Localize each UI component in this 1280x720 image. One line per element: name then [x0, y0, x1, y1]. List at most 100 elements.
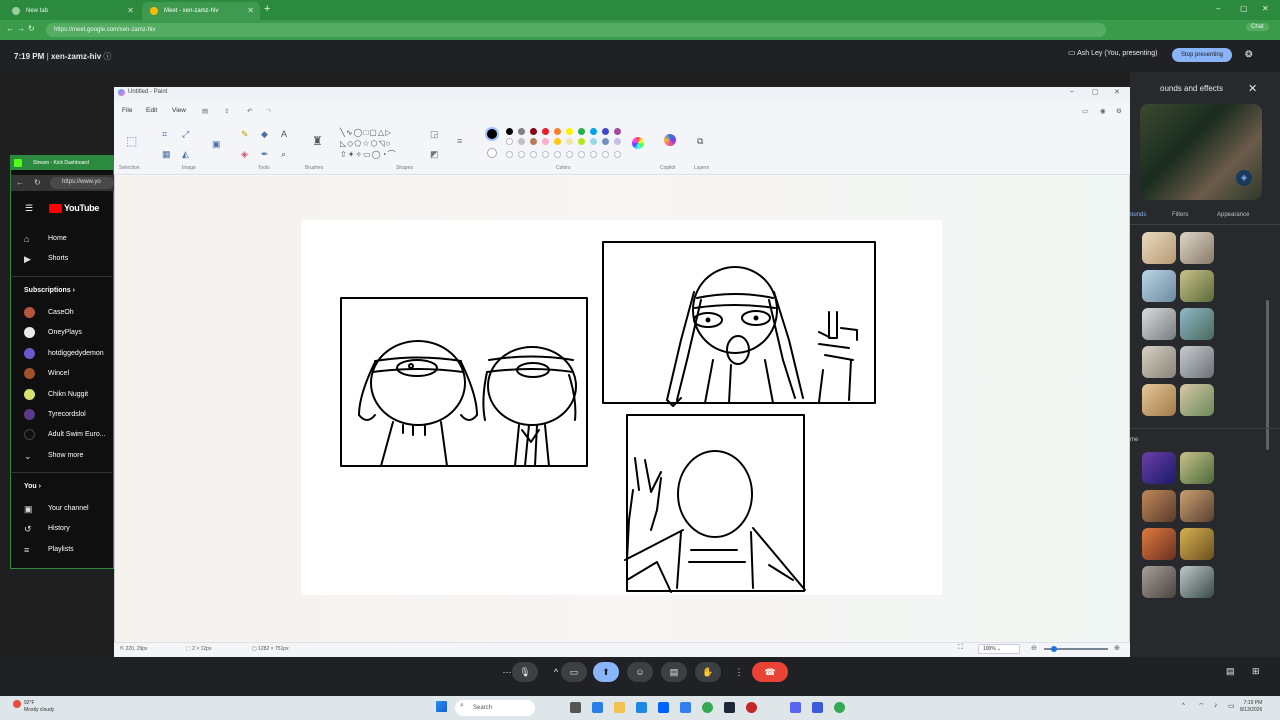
primary-color-swatch[interactable] [485, 127, 499, 141]
eraser-icon[interactable]: ◈ [241, 149, 248, 160]
undo-icon[interactable]: ↶ [247, 107, 252, 115]
menu-edit[interactable]: Edit [146, 107, 157, 114]
color-swatch[interactable] [554, 138, 561, 145]
leave-call-icon[interactable]: ☎ [752, 662, 788, 682]
color-swatch[interactable] [590, 128, 597, 135]
background-thumbnail[interactable] [1180, 490, 1214, 522]
subscription-item[interactable]: OneyPlays [24, 326, 82, 340]
battery-icon[interactable]: ▭ [1228, 702, 1235, 710]
chat-button[interactable]: Chat [1246, 23, 1269, 31]
custom-color-slot[interactable] [506, 151, 513, 158]
background-thumbnail[interactable] [1142, 566, 1176, 598]
steam-icon[interactable] [724, 702, 735, 713]
sidebar-item-your-channel[interactable]: ▣ Your channel [24, 502, 89, 516]
background-thumbnail[interactable] [1180, 452, 1214, 484]
stop-presenting-button[interactable]: Stop presenting [1172, 48, 1232, 62]
background-thumbnail[interactable] [1142, 452, 1176, 484]
new-tab-plus-icon[interactable]: + [264, 3, 270, 15]
close-tab-icon[interactable]: ✕ [127, 2, 134, 20]
url-field[interactable]: https://meet.google.com/xen-zamz-hiv [46, 23, 1106, 37]
taskbar-clock[interactable]: 7:19 PM 8/13/2026 [1240, 700, 1262, 714]
layers-icon[interactable]: ⧉ [697, 136, 703, 147]
reload-icon[interactable]: ↻ [34, 178, 41, 187]
tab-backgrounds[interactable]: ounds [1130, 212, 1146, 218]
activities-icon[interactable]: ⊞ [1252, 666, 1260, 677]
show-more-button[interactable]: ⌄ Show more [24, 449, 83, 463]
zoom-select[interactable]: 100% ⌄ [978, 644, 1020, 654]
secondary-color-swatch[interactable] [487, 148, 497, 158]
close-icon[interactable]: ✕ [1114, 88, 1120, 96]
volume-icon[interactable]: ♪ [1214, 702, 1218, 709]
fill-icon[interactable]: ◆ [261, 129, 268, 140]
you-header[interactable]: You › [24, 483, 41, 490]
subscription-item[interactable]: Tyrecordslol [24, 408, 86, 422]
menu-icon[interactable]: ☰ [25, 203, 33, 214]
background-thumbnail[interactable] [1180, 232, 1214, 264]
emoji-icon[interactable]: ☺ [627, 662, 653, 682]
color-swatch[interactable] [614, 128, 621, 135]
zoom-in-icon[interactable]: ⊕ [1114, 644, 1120, 652]
background-thumbnail[interactable] [1180, 384, 1214, 416]
close-window-icon[interactable]: ✕ [1262, 4, 1269, 13]
close-tab-icon[interactable]: ✕ [247, 2, 254, 20]
background-thumbnail[interactable] [1180, 346, 1214, 378]
menu-file[interactable]: File [122, 107, 132, 114]
background-thumbnail[interactable] [1142, 270, 1176, 302]
youtube-logo-icon[interactable] [49, 204, 62, 213]
subscription-item[interactable]: CaseOh [24, 306, 74, 320]
chrome-icon[interactable] [702, 702, 713, 713]
custom-color-slot[interactable] [518, 151, 525, 158]
brush-size-icon[interactable]: ≡ [457, 136, 462, 146]
microphone-icon[interactable]: 🎙 [512, 662, 538, 682]
info-icon[interactable]: ⓘ [103, 52, 111, 61]
color-swatch[interactable] [554, 128, 561, 135]
custom-color-slot[interactable] [566, 151, 573, 158]
color-swatch[interactable] [614, 138, 621, 145]
custom-color-slot[interactable] [578, 151, 585, 158]
custom-color-slot[interactable] [602, 151, 609, 158]
back-icon[interactable]: ← [16, 178, 24, 187]
subscriptions-header[interactable]: Subscriptions › [24, 287, 75, 294]
background-thumbnail[interactable] [1142, 490, 1176, 522]
color-swatch[interactable] [602, 128, 609, 135]
app-icon[interactable] [746, 702, 757, 713]
background-thumbnail[interactable] [1180, 528, 1214, 560]
chrome-icon[interactable] [834, 702, 845, 713]
color-swatch[interactable] [506, 138, 513, 145]
custom-color-slot[interactable] [542, 151, 549, 158]
color-swatch[interactable] [518, 128, 525, 135]
subscription-item[interactable]: Chikn Nuggit [24, 388, 88, 402]
tab-filters[interactable]: Filters [1172, 212, 1188, 218]
subscription-item[interactable]: Adult Swim Euro... [24, 428, 114, 442]
back-icon[interactable]: ← [6, 24, 14, 33]
image-generator-icon[interactable]: ▣ [212, 139, 221, 150]
reload-icon[interactable]: ↻ [28, 24, 35, 33]
tab-appearance[interactable]: Appearance [1217, 212, 1249, 218]
background-thumbnail[interactable] [1180, 566, 1214, 598]
text-icon[interactable]: A [281, 129, 287, 139]
background-thumbnail[interactable] [1142, 384, 1176, 416]
color-swatch[interactable] [542, 128, 549, 135]
background-thumbnail[interactable] [1142, 232, 1176, 264]
sidebar-item-history[interactable]: ↺ History [24, 522, 70, 536]
youtube-window-tab[interactable]: Stream - Kick Dashboard [11, 156, 114, 170]
zoom-out-icon[interactable]: ⊖ [1031, 644, 1037, 652]
more-options-icon[interactable]: ⋮ [726, 662, 752, 682]
background-thumbnail[interactable] [1142, 346, 1176, 378]
zoom-slider-thumb[interactable] [1051, 646, 1057, 652]
account-icon[interactable]: ◉ [1100, 107, 1106, 115]
share-icon[interactable]: ⇪ [224, 107, 229, 115]
custom-color-slot[interactable] [590, 151, 597, 158]
app-icon[interactable] [592, 702, 603, 713]
outline-icon[interactable]: ◲ [430, 129, 439, 140]
crop-icon[interactable]: ⌗ [162, 129, 167, 140]
chat-icon[interactable]: ▤ [1226, 666, 1235, 677]
taskbar-search[interactable]: Search [455, 700, 535, 716]
color-swatch[interactable] [506, 128, 513, 135]
background-thumbnail[interactable] [1142, 308, 1176, 340]
save-icon[interactable]: ▤ [202, 107, 208, 115]
forward-icon[interactable]: → [17, 24, 25, 33]
color-swatch[interactable] [530, 138, 537, 145]
tab-meet[interactable]: Meet - xen-zamz-hiv ✕ [142, 2, 260, 20]
store-icon[interactable] [636, 702, 647, 713]
